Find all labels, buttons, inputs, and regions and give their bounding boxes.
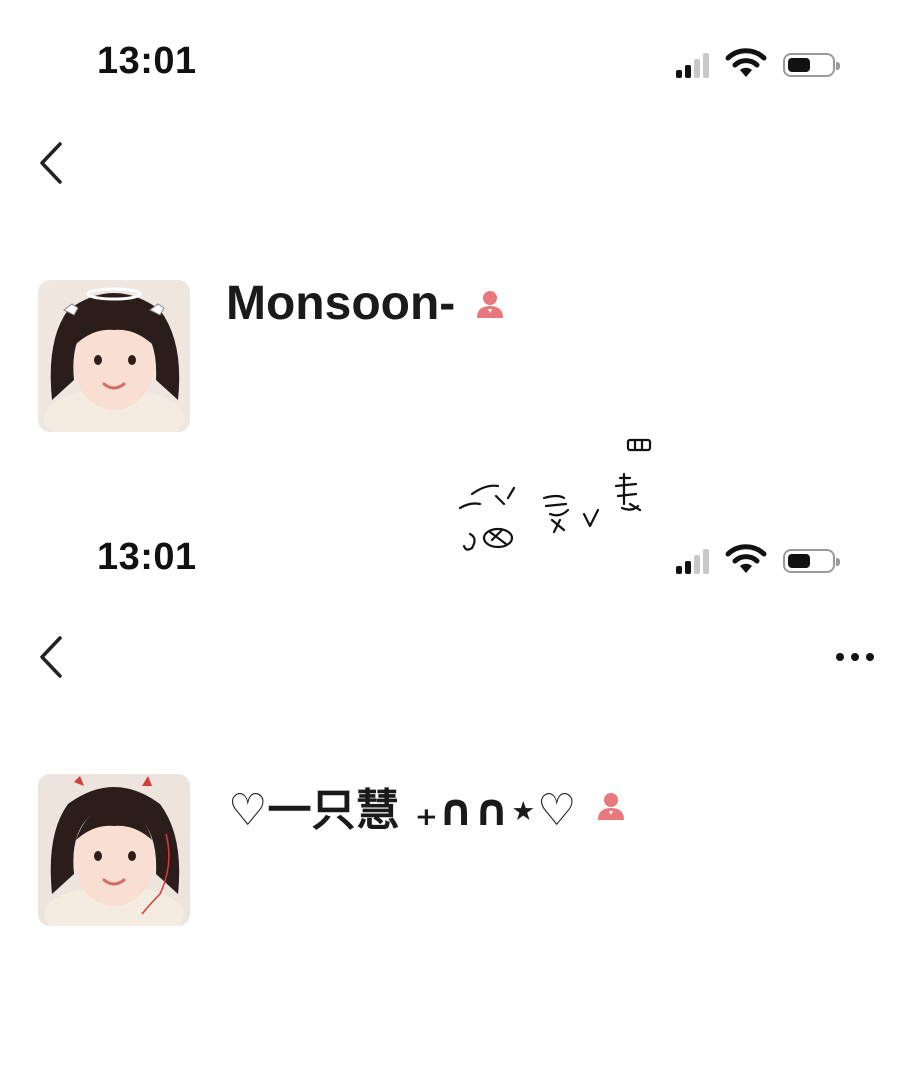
status-time: 13:01 <box>97 536 197 578</box>
profile-header: Monsoon- <box>226 276 507 331</box>
battery-icon <box>783 549 840 573</box>
profile-avatar[interactable] <box>38 280 190 432</box>
profile-avatar[interactable] <box>38 774 190 926</box>
avatar-image <box>38 774 190 926</box>
profile-name: Monsoon- <box>226 277 456 330</box>
person-badge-icon <box>477 290 504 318</box>
back-chevron-left-icon[interactable] <box>36 138 76 188</box>
doodle-decoration <box>458 438 652 551</box>
status-icons <box>676 48 840 78</box>
avatar-image <box>38 280 190 432</box>
status-icons <box>676 544 840 574</box>
wifi-icon <box>725 48 767 77</box>
wifi-icon <box>725 544 767 573</box>
signal-icon <box>676 549 709 574</box>
status-time: 13:01 <box>97 40 197 82</box>
profile-header: ♡一只慧 ₊∩∩⋆♡ <box>228 774 628 838</box>
person-badge-icon <box>598 793 625 820</box>
battery-icon <box>783 53 840 77</box>
back-chevron-left-icon[interactable] <box>36 632 76 682</box>
signal-icon <box>676 53 709 78</box>
more-horizontal-icon[interactable] <box>836 653 874 661</box>
profile-name: ♡一只慧 ₊∩∩⋆♡ <box>228 785 577 836</box>
